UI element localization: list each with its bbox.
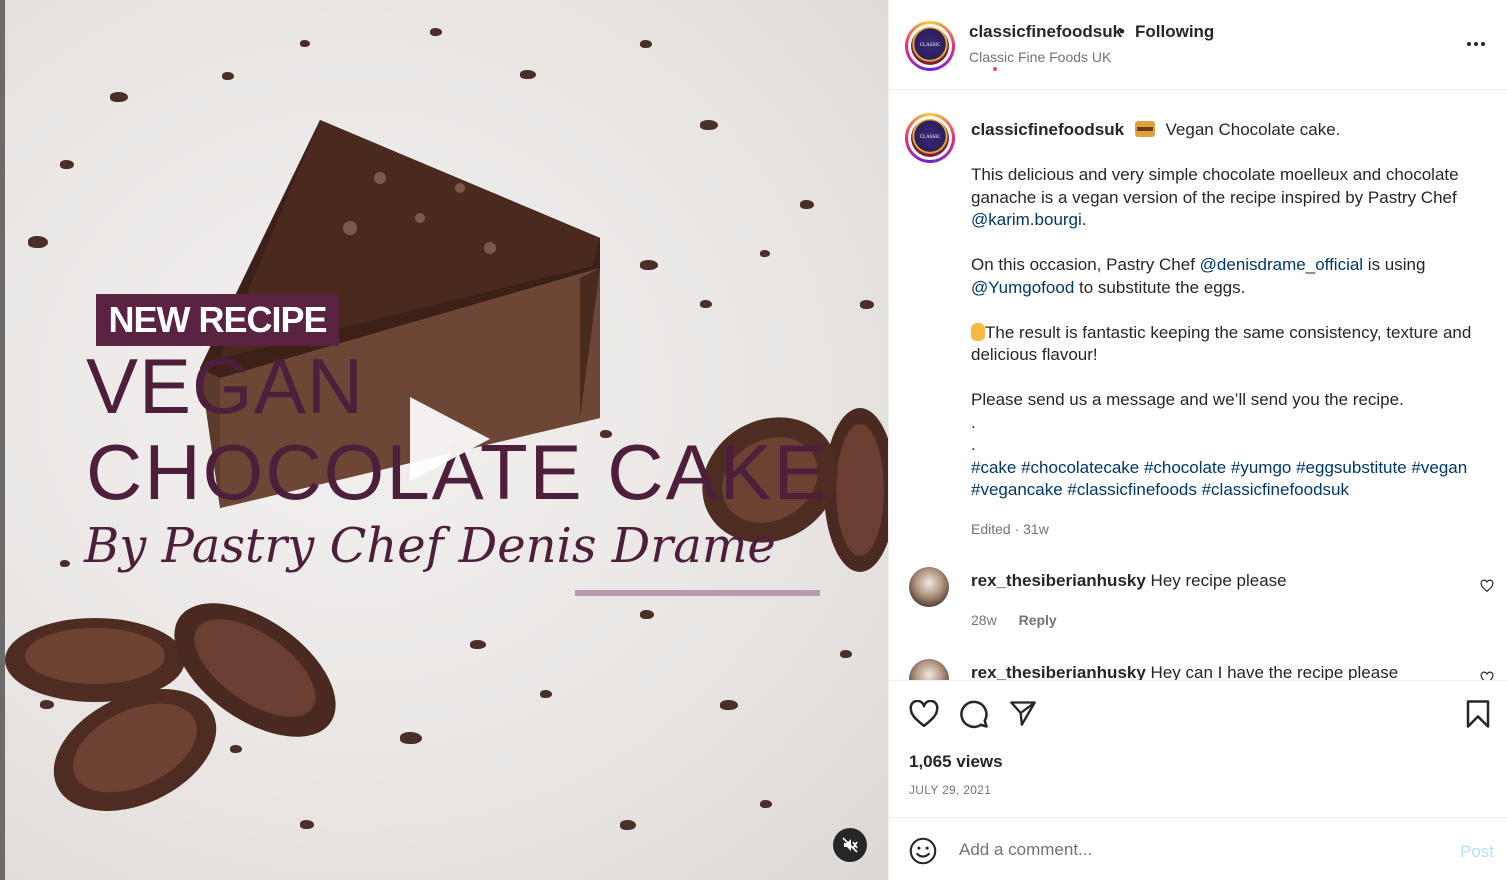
account-avatar[interactable]: CLASSIC (905, 21, 955, 71)
bookmark-icon[interactable] (1465, 699, 1491, 729)
like-comment-heart-icon[interactable] (1480, 579, 1494, 593)
caption-p3: The result is fantastic keeping the same… (971, 322, 1472, 365)
caption-p4: Please send us a message and we’ll send … (971, 390, 1404, 409)
cake-emoji-icon (1134, 121, 1155, 137)
view-count[interactable]: 1,065 views (909, 752, 1003, 772)
commenter-avatar[interactable] (909, 567, 949, 607)
cocoa-nib (400, 732, 422, 744)
cocoa-nib (760, 800, 772, 808)
caption-edited-time: Edited · 31w (971, 521, 1049, 537)
byline-underline (575, 590, 820, 596)
cocoa-nib (640, 40, 652, 48)
comment-body: Hey can I have the recipe please (1150, 663, 1399, 680)
video-title-line1: VEGAN (86, 342, 365, 430)
comment-meta: 28w Reply (971, 612, 1075, 628)
caption-hashtags[interactable]: #cake #chocolatecake #chocolate #yumgo #… (971, 457, 1491, 502)
cocoa-nib (300, 820, 314, 829)
cocoa-nib (720, 700, 738, 710)
caption-username[interactable]: classicfinefoodsuk (971, 120, 1124, 139)
comment-username[interactable]: rex_thesiberianhusky (971, 663, 1146, 680)
mute-button[interactable] (833, 828, 867, 862)
cocoa-nib (430, 28, 442, 36)
cocoa-nib (300, 40, 310, 47)
post-modal: NEW RECIPE VEGAN CHOCOLATE CAKE By Pastr… (0, 0, 1507, 880)
cocoa-nib (640, 260, 658, 270)
ok-hand-emoji-icon (971, 322, 985, 341)
chocolate-callets-image (5, 603, 336, 811)
cocoa-nib (28, 236, 48, 248)
cocoa-nib (110, 92, 128, 102)
post-actions: 1,065 views JULY 29, 2021 Post (889, 680, 1507, 880)
cocoa-nib (800, 200, 814, 209)
post-header: CLASSIC classicfinefoodsuk • Following C… (889, 0, 1507, 90)
cocoa-nib (60, 560, 70, 567)
mention-link[interactable]: @Yumgofood (971, 278, 1074, 297)
cocoa-nib (620, 820, 636, 830)
caption-p2-text: On this occasion, Pastry Chef (971, 255, 1200, 274)
reply-button[interactable]: Reply (1019, 612, 1057, 628)
comment-text: rex_thesiberianhusky Hey recipe please (971, 571, 1287, 591)
comment-body: Hey recipe please (1150, 571, 1287, 590)
new-recipe-badge: NEW RECIPE (96, 294, 339, 346)
cocoa-nib (860, 300, 874, 309)
header-separator: • (1119, 22, 1125, 41)
mute-icon (842, 837, 858, 853)
header-subtitle: Classic Fine Foods UK (969, 49, 1112, 65)
add-comment-bar: Post (889, 817, 1507, 880)
cocoa-nib (760, 250, 770, 257)
comment-age: 28w (971, 612, 997, 628)
caption-p2-mid: is using (1363, 255, 1426, 274)
emoji-icon[interactable] (909, 837, 937, 865)
mention-link[interactable]: @karim.bourgi (971, 210, 1082, 229)
mention-link[interactable]: @denisdrame_official (1200, 255, 1363, 274)
cocoa-nib (700, 120, 718, 130)
more-icon (1467, 42, 1471, 46)
cocoa-nib (222, 72, 234, 80)
comment-text: rex_thesiberianhusky Hey can I have the … (971, 663, 1398, 680)
comments-scroll-area[interactable]: CLASSIC classicfinefoodsuk Vegan Chocola… (889, 91, 1507, 680)
cocoa-nib (470, 640, 486, 649)
header-username[interactable]: classicfinefoodsuk (969, 22, 1122, 42)
video-byline: By Pastry Chef Denis Drame (84, 518, 776, 574)
caption-p1-text: This delicious and very simple chocolate… (971, 165, 1459, 207)
share-icon[interactable] (1009, 699, 1037, 727)
heart-icon[interactable] (909, 700, 939, 728)
comment-icon[interactable] (959, 699, 989, 729)
post-date: JULY 29, 2021 (909, 783, 992, 797)
play-icon[interactable] (410, 397, 490, 481)
commenter-avatar[interactable] (909, 659, 949, 680)
cocoa-nib (540, 690, 552, 698)
cocoa-nib (60, 160, 74, 169)
cocoa-nib (840, 650, 852, 658)
post-caption: classicfinefoodsuk Vegan Chocolate cake.… (971, 119, 1491, 502)
comment-input[interactable] (959, 840, 1419, 860)
caption-avatar[interactable]: CLASSIC (905, 113, 955, 163)
more-options-button[interactable] (1467, 42, 1485, 46)
like-comment-heart-icon[interactable] (1480, 671, 1494, 680)
post-comment-button[interactable]: Post (1460, 842, 1494, 862)
post-video[interactable]: NEW RECIPE VEGAN CHOCOLATE CAKE By Pastr… (0, 0, 888, 880)
cocoa-nib (520, 70, 536, 79)
following-button[interactable]: Following (1135, 22, 1214, 42)
cocoa-nib (640, 610, 654, 619)
caption-dot: . (971, 412, 976, 432)
cocoa-nib (700, 300, 712, 308)
notification-dot (993, 67, 997, 71)
caption-p2-end: to substitute the eggs. (1074, 277, 1246, 297)
post-side-panel: CLASSIC classicfinefoodsuk • Following C… (888, 0, 1507, 880)
brand-logo-icon: CLASSIC (911, 119, 949, 157)
caption-p1-end: . (1081, 210, 1087, 229)
comment-username[interactable]: rex_thesiberianhusky (971, 571, 1146, 590)
caption-title: Vegan Chocolate cake. (1165, 120, 1341, 139)
brand-logo-icon: CLASSIC (911, 27, 949, 65)
caption-dot: . (971, 435, 976, 454)
